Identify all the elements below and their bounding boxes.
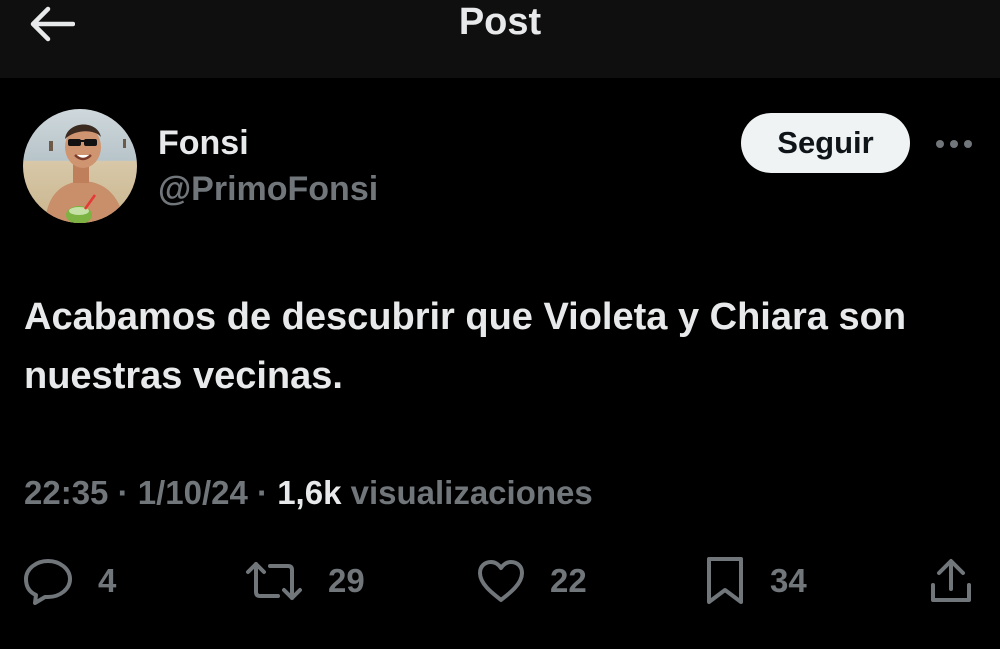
heart-icon bbox=[478, 560, 524, 602]
repost-button[interactable]: 29 bbox=[244, 555, 365, 607]
reply-button[interactable]: 4 bbox=[22, 555, 116, 607]
avatar-photo bbox=[23, 109, 137, 223]
meta-separator: · bbox=[117, 474, 129, 511]
arrow-left-icon bbox=[30, 6, 75, 42]
share-icon bbox=[931, 559, 971, 602]
more-horizontal-icon bbox=[936, 140, 972, 148]
reply-icon bbox=[24, 559, 72, 605]
bookmark-icon bbox=[707, 557, 743, 604]
back-button[interactable] bbox=[22, 2, 82, 46]
page-title: Post bbox=[458, 1, 542, 43]
share-button[interactable] bbox=[928, 555, 974, 607]
post-time: 22:35 bbox=[24, 474, 109, 511]
repost-icon bbox=[246, 562, 302, 600]
post-date: 1/10/24 bbox=[137, 474, 248, 511]
top-bar: Post bbox=[0, 0, 1000, 78]
views-count[interactable]: 1,6k bbox=[277, 474, 341, 511]
like-count: 22 bbox=[550, 562, 587, 599]
follow-button[interactable]: Seguir bbox=[741, 113, 910, 173]
post-meta: 22:35 · 1/10/24 · 1,6k visualizaciones bbox=[24, 472, 593, 514]
bookmark-count: 34 bbox=[770, 562, 807, 599]
bookmark-button[interactable]: 34 bbox=[704, 555, 807, 607]
like-button[interactable]: 22 bbox=[476, 555, 587, 607]
post-text: Acabamos de descubrir que Violeta y Chia… bbox=[24, 296, 907, 397]
author-handle[interactable]: @PrimoFonsi bbox=[158, 168, 378, 210]
repost-count: 29 bbox=[328, 562, 365, 599]
author-display-name[interactable]: Fonsi bbox=[158, 122, 249, 164]
meta-separator: · bbox=[257, 474, 269, 511]
more-options-button[interactable] bbox=[928, 126, 980, 162]
avatar[interactable] bbox=[23, 109, 137, 223]
views-label[interactable]: visualizaciones bbox=[351, 474, 593, 511]
reply-count: 4 bbox=[98, 562, 117, 599]
